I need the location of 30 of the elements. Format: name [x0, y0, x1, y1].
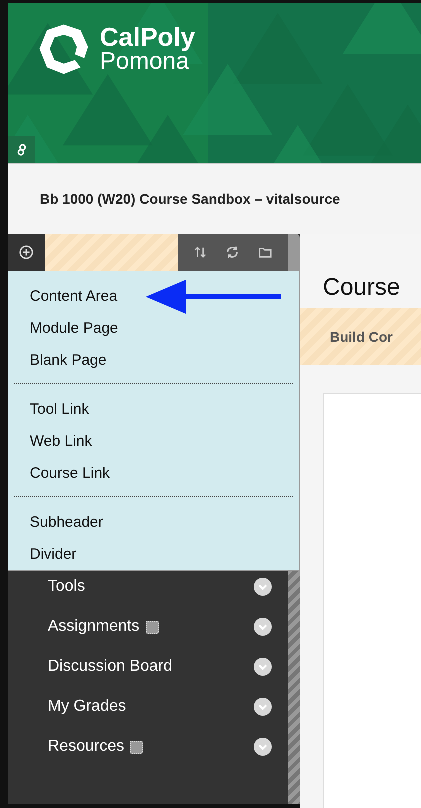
scrollbar-thumb[interactable] [288, 234, 300, 271]
menu-item[interactable]: Content Area [8, 281, 299, 313]
chevron-down-icon[interactable] [254, 578, 272, 596]
plus-circle-icon [19, 245, 34, 260]
link-button[interactable] [8, 136, 35, 163]
page-title: Course [322, 273, 402, 303]
link-icon [16, 144, 26, 156]
sort-icon[interactable] [192, 245, 208, 260]
menu-item[interactable]: Module Page [8, 313, 299, 345]
chevron-down-icon[interactable] [254, 658, 272, 676]
menu-item[interactable]: Blank Page [8, 345, 299, 377]
course-menu-link[interactable]: Discussion Board [48, 658, 172, 676]
menu-item[interactable]: Course Link [8, 458, 299, 490]
menu-item[interactable]: Subheader [8, 507, 299, 539]
menu-item[interactable]: Divider [8, 539, 299, 571]
chevron-down-icon[interactable] [254, 698, 272, 716]
course-menu-link[interactable]: Resources [48, 738, 124, 756]
logo-title: CalPoly [100, 24, 196, 50]
course-menu-link[interactable]: My Grades [48, 698, 126, 716]
chevron-down-icon[interactable] [254, 618, 272, 636]
menu-item[interactable]: Web Link [8, 426, 299, 458]
course-title: Bb 1000 (W20) Course Sandbox – vitalsource [40, 191, 340, 207]
chevron-down-icon[interactable] [254, 738, 272, 756]
menu-item[interactable]: Tool Link [8, 394, 299, 426]
course-menu-link[interactable]: Assignments [48, 618, 140, 636]
folder-icon[interactable] [258, 245, 274, 260]
course-menu-link[interactable]: Tools [48, 578, 86, 596]
logo-subtitle: Pomona [100, 50, 190, 74]
refresh-icon[interactable] [225, 245, 240, 260]
build-content-button[interactable]: Build Cor [330, 328, 393, 344]
